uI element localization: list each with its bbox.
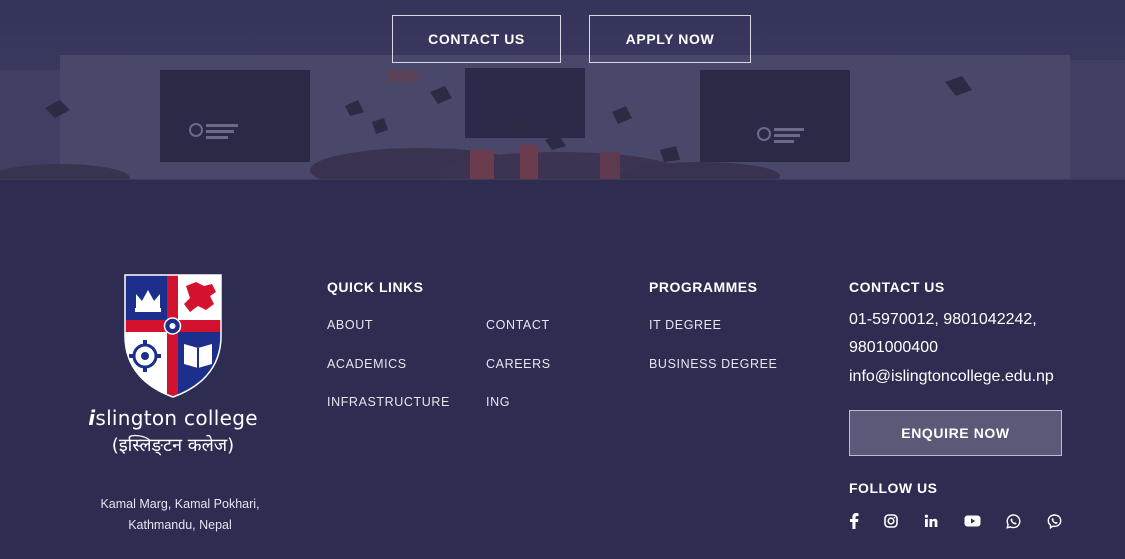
link-infrastructure[interactable]: INFRASTRUCTURE	[327, 395, 450, 409]
college-name-nepali: (इस्लिङ्टन कलेज)	[111, 435, 235, 456]
quick-links-heading: QUICK LINKS	[327, 279, 424, 295]
contact-us-button[interactable]: CONTACT US	[392, 15, 561, 63]
phone-numbers-line-2[interactable]: 9801000400	[849, 339, 938, 357]
contact-email[interactable]: info@islingtoncollege.edu.np	[849, 368, 1054, 386]
link-business-degree[interactable]: BUSINESS DEGREE	[649, 357, 777, 371]
linkedin-icon[interactable]	[920, 510, 942, 532]
programmes-heading: PROGRAMMES	[649, 279, 758, 295]
brand-name-rest: slington college	[95, 406, 258, 430]
address-line-2: Kathmandu, Nepal	[128, 518, 232, 532]
apply-now-button[interactable]: APPLY NOW	[589, 15, 751, 63]
college-crest-icon	[124, 274, 222, 398]
link-about[interactable]: ABOUT	[327, 318, 373, 332]
link-contact[interactable]: CONTACT	[486, 318, 550, 332]
whatsapp-icon[interactable]	[1002, 510, 1024, 532]
phone-numbers-line-1[interactable]: 01-5970012, 9801042242,	[849, 311, 1037, 329]
link-ing[interactable]: ING	[486, 395, 510, 409]
facebook-icon[interactable]	[843, 510, 865, 532]
enquire-now-button[interactable]: ENQUIRE NOW	[849, 410, 1062, 456]
graduation-background-image	[0, 55, 1125, 179]
college-name: islington college	[78, 406, 268, 430]
college-address: Kamal Marg, Kamal Pokhari, Kathmandu, Ne…	[72, 494, 288, 536]
follow-us-heading: FOLLOW US	[849, 480, 938, 496]
contact-heading: CONTACT US	[849, 279, 945, 295]
youtube-icon[interactable]	[961, 510, 983, 532]
instagram-icon[interactable]	[880, 510, 902, 532]
address-line-1: Kamal Marg, Kamal Pokhari,	[100, 497, 260, 511]
link-it-degree[interactable]: IT DEGREE	[649, 318, 722, 332]
hero-banner: CONTACT US APPLY NOW	[0, 0, 1125, 180]
viber-icon[interactable]	[1043, 510, 1065, 532]
link-careers[interactable]: CAREERS	[486, 357, 551, 371]
link-academics[interactable]: ACADEMICS	[327, 357, 407, 371]
